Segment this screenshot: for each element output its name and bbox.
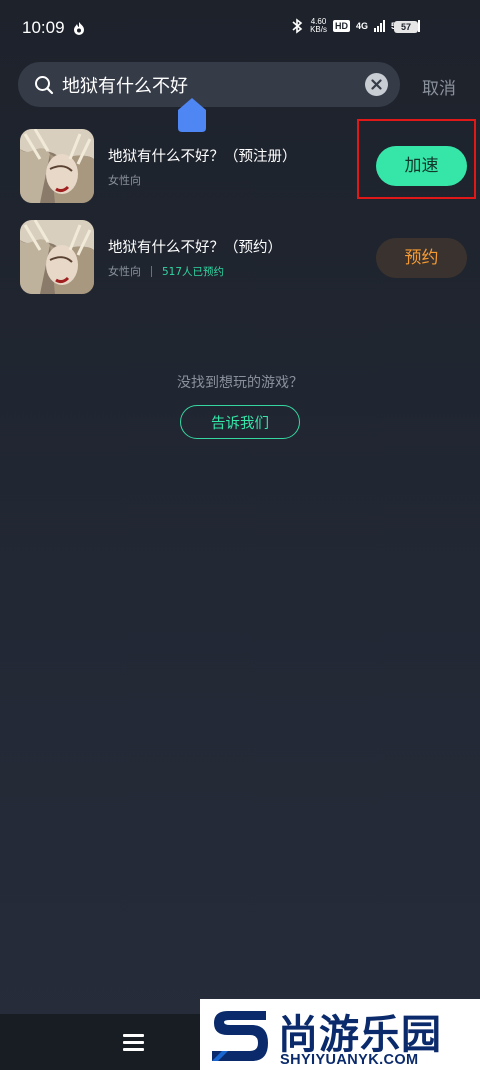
clear-icon[interactable] bbox=[365, 73, 388, 96]
list-item[interactable]: 地狱有什么不好？（预约） 女性向 517人已预约 预约 bbox=[0, 220, 480, 296]
highlight-annotation bbox=[357, 119, 476, 199]
game-meta: 女性向 517人已预约 bbox=[108, 263, 224, 279]
clock: 10:09 bbox=[22, 18, 65, 37]
tell-us-button[interactable]: 告诉我们 bbox=[180, 405, 300, 439]
status-bar: 10:09 4.60 KB/s HD 4G 5G 57 bbox=[0, 0, 480, 56]
cancel-button[interactable]: 取消 bbox=[422, 74, 456, 99]
game-meta: 女性向 bbox=[108, 172, 141, 188]
genre-tag: 女性向 bbox=[108, 265, 141, 278]
speed-unit: KB/s bbox=[310, 25, 327, 34]
search-icon bbox=[35, 76, 54, 95]
game-title: 地狱有什么不好？（预注册） bbox=[108, 149, 297, 165]
genre-tag: 女性向 bbox=[108, 174, 141, 187]
hd-badge: HD bbox=[332, 20, 350, 32]
watermark-site: SHYIYUANYK.COM bbox=[280, 1052, 419, 1068]
game-title: 地狱有什么不好？（预约） bbox=[108, 240, 282, 256]
close-icon bbox=[371, 79, 382, 90]
battery-icon: 57 bbox=[394, 21, 418, 33]
search-bar[interactable] bbox=[18, 62, 400, 107]
menu-icon[interactable] bbox=[123, 1034, 144, 1051]
bluetooth-icon bbox=[292, 18, 303, 34]
meta-divider bbox=[151, 265, 152, 277]
network-4g-label: 4G bbox=[355, 21, 368, 31]
game-cover-image bbox=[20, 129, 94, 203]
reserve-button[interactable]: 预约 bbox=[376, 238, 467, 278]
reserve-count: 517人已预约 bbox=[162, 265, 225, 278]
game-cover-image bbox=[20, 220, 94, 294]
search-input[interactable] bbox=[62, 62, 362, 107]
flame-icon bbox=[74, 22, 84, 35]
brand-s-logo-icon bbox=[212, 1011, 268, 1061]
watermark-logo: 尚游乐园 SHYIYUANYK.COM bbox=[200, 999, 480, 1070]
not-found-hint: 没找到想玩的游戏？ bbox=[177, 375, 303, 391]
signal-strength-icon bbox=[373, 20, 385, 32]
text-cursor-handle[interactable] bbox=[178, 98, 206, 132]
network-speed: 4.60 KB/s bbox=[310, 18, 327, 34]
